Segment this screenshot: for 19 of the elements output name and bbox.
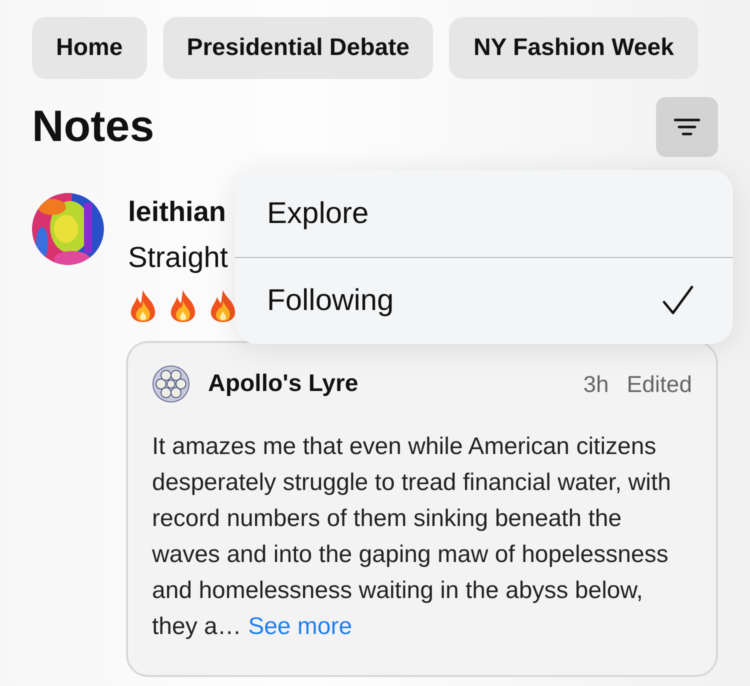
note-text: Straight [128, 242, 229, 275]
page-title: Notes [32, 102, 154, 152]
see-more-link[interactable]: See more [248, 613, 352, 640]
topic-tab[interactable]: NY Fashion Week [449, 17, 698, 79]
fire-icon [168, 289, 198, 323]
filter-icon [674, 118, 700, 136]
fire-icon [128, 289, 158, 323]
menu-item[interactable]: Explore [235, 170, 733, 257]
post-time: 3h [583, 370, 609, 398]
topic-tab[interactable]: Presidential Debate [162, 17, 434, 79]
menu-item[interactable]: Following [235, 257, 733, 344]
edited-label: Edited [626, 370, 692, 398]
quoted-author[interactable]: Apollo's Lyre [208, 370, 566, 398]
mandala-icon [152, 365, 190, 403]
fire-icon [208, 289, 238, 323]
quoted-text: It amazes me that even while American citizens desperately struggle to tread financial water, with record numbers of them sinking beneath the waves and into the gaping maw of hopelessness and homelessness waiting in the abyss below, they a… See more [152, 432, 672, 642]
quoted-post[interactable] [126, 341, 718, 677]
topic-tab[interactable]: Home [32, 17, 147, 79]
filter-button[interactable] [656, 97, 718, 157]
